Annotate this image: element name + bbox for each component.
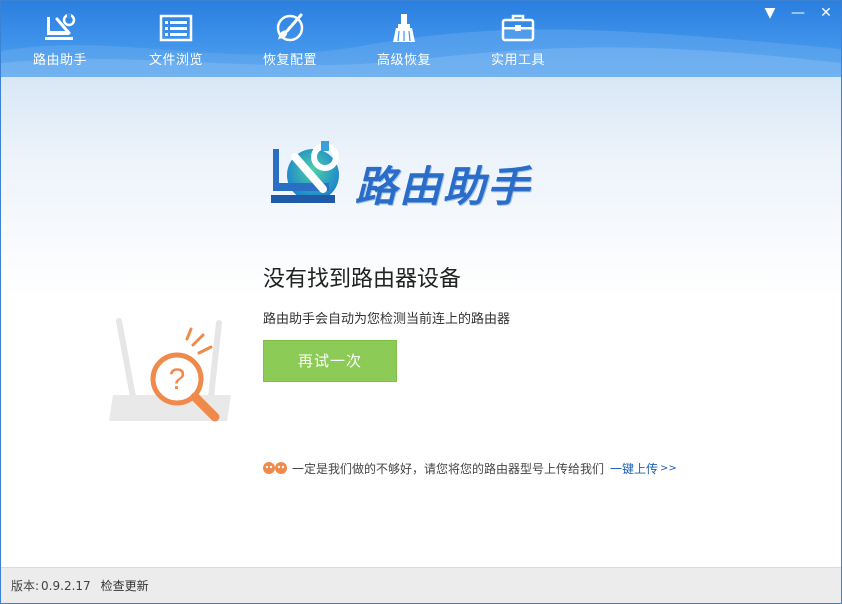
tool-label: 恢复配置 (262, 53, 317, 68)
paint-brush-icon (273, 13, 307, 43)
router-wrench-logo-icon (271, 141, 339, 203)
feedback-text: 一定是我们做的不够好，请您将您的路由器型号上传给我们 (292, 461, 605, 476)
header-bar: 路由助手 文件浏览 恢复配置 高级恢复 实用工具 ▼ — ✕ (1, 1, 841, 77)
check-update-link[interactable]: 检查更新 (101, 577, 149, 594)
router-wrench-icon (43, 13, 77, 43)
upload-arrow[interactable]: >> (660, 463, 677, 474)
tool-restore-config[interactable]: 恢复配置 (233, 1, 347, 77)
app-logo: 路由助手 (267, 139, 567, 215)
tool-label: 高级恢复 (376, 53, 431, 68)
toolbar: 路由助手 文件浏览 恢复配置 高级恢复 实用工具 (1, 1, 575, 77)
tool-file-browse[interactable]: 文件浏览 (119, 1, 233, 77)
tool-router-assistant[interactable]: 路由助手 (1, 1, 119, 77)
version-value: 0.9.2.17 (41, 578, 91, 593)
file-list-icon (159, 13, 193, 43)
tool-label: 文件浏览 (148, 53, 203, 68)
menu-dropdown-button[interactable]: ▼ (763, 5, 777, 21)
main-content: 路由助手 ? 没有找到路由器设备 路由助手会自动为您检测当前连上的路由器 再试一… (1, 77, 841, 567)
logo-text: 路由助手 (355, 162, 532, 211)
svg-text:?: ? (169, 363, 186, 396)
toolbox-icon (501, 13, 535, 43)
feedback-face-icon (263, 462, 287, 474)
status-bar: 版本: 0.9.2.17 检查更新 (1, 567, 841, 603)
retry-button[interactable]: 再试一次 (263, 340, 397, 382)
status-subtitle: 路由助手会自动为您检测当前连上的路由器 (263, 312, 511, 327)
router-search-illustration: ? (109, 318, 231, 422)
tool-utilities[interactable]: 实用工具 (461, 1, 575, 77)
window-controls: ▼ — ✕ (763, 5, 833, 21)
broom-icon (387, 13, 421, 43)
upload-link[interactable]: 一键上传 (610, 460, 658, 477)
close-button[interactable]: ✕ (819, 5, 833, 21)
tool-advanced-restore[interactable]: 高级恢复 (347, 1, 461, 77)
version-label: 版本: (11, 579, 40, 593)
app-window: 路由助手 文件浏览 恢复配置 高级恢复 实用工具 ▼ — ✕ 路由助手 ? 没有… (0, 0, 842, 604)
tool-label: 实用工具 (490, 53, 545, 68)
status-title: 没有找到路由器设备 (263, 267, 462, 292)
feedback-line: 一定是我们做的不够好，请您将您的路由器型号上传给我们 一键上传 >> (262, 459, 677, 477)
tool-label: 路由助手 (32, 53, 87, 68)
minimize-button[interactable]: — (791, 5, 805, 21)
